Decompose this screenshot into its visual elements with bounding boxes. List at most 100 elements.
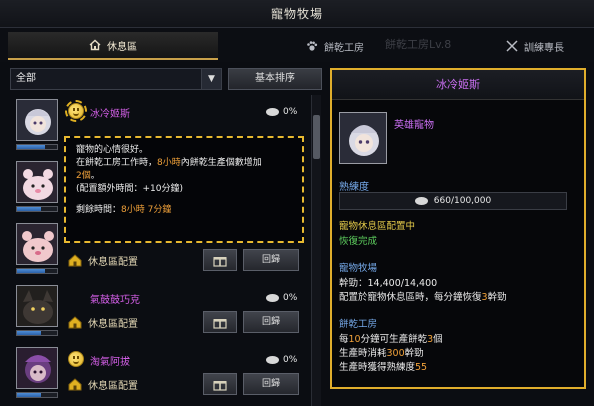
experience-bar <box>16 268 58 274</box>
detail-text: 生產時獲得熟練度 <box>339 362 416 373</box>
experience-bar <box>16 330 58 336</box>
ranch-label: 寵物牧場 <box>339 263 378 274</box>
workshop-line: 生產時獲得熟練度55 <box>339 361 427 375</box>
tooltip-line: 2個。 <box>76 170 292 183</box>
rest-area-label: 寵物休息區配置中 <box>339 221 416 232</box>
detail-number: 300 <box>386 348 405 359</box>
pet-row[interactable]: 淘氣阿拔 0% 休息區配置 回歸 <box>10 343 306 405</box>
detail-text: 幹勁 <box>404 348 424 359</box>
cookie-percent: 0% <box>266 293 297 303</box>
tab-bar: 餅乾工房Lv.8 休息區 餅乾工房 訓練專長 <box>0 28 594 62</box>
workshop-line: 生產時消耗300幹勁 <box>339 347 424 361</box>
pet-name: 氣鼓鼓巧克 <box>90 295 140 306</box>
happy-face-icon[interactable] <box>68 103 84 119</box>
cookie-percent: 0% <box>266 355 297 365</box>
pet-portrait-icon <box>340 113 386 163</box>
cookie-percent-value: 0% <box>283 107 298 117</box>
tab-cookie-workshop-label: 餅乾工房 <box>324 42 364 54</box>
pet-avatar <box>16 161 58 203</box>
rest-area-status: 休息區配置 <box>68 315 138 330</box>
list-scrollbar[interactable] <box>311 95 321 406</box>
experience-bar <box>16 144 58 150</box>
gift-button[interactable] <box>203 311 237 333</box>
sort-button[interactable]: 基本排序 <box>228 68 322 90</box>
pet-name: 冰冷姬斯 <box>90 109 130 120</box>
cookie-percent-value: 0% <box>283 355 298 365</box>
detail-text: 生產時消耗 <box>339 348 387 359</box>
mood-tooltip: 寵物的心情很好。 在餅乾工房工作時，8小時內餅乾生產個數增加 2個。 (配置額外… <box>64 136 304 243</box>
pet-portrait-icon <box>17 224 57 264</box>
remaining-time-value: 8小時 7分鐘 <box>121 205 172 215</box>
recall-button[interactable]: 回歸 <box>243 249 299 271</box>
detail-number: 55 <box>415 362 428 373</box>
tab-rest-area[interactable]: 休息區 <box>8 32 218 60</box>
gift-button[interactable] <box>203 249 237 271</box>
cookie-icon <box>266 108 279 116</box>
detail-text: 分鐘可生產餅乾 <box>360 334 428 345</box>
tooltip-line: (配置額外時間：+10分鐘) <box>76 184 184 194</box>
rest-area-status: 休息區配置 <box>68 377 138 392</box>
pet-portrait-icon <box>17 100 57 140</box>
house-icon <box>68 254 82 267</box>
tooltip-line: 寵物的心情很好。 <box>76 145 149 155</box>
cookie-icon <box>414 197 428 205</box>
tooltip-line: 在餅乾工房工作時，8小時內餅乾生產個數增加 <box>76 157 292 170</box>
tooltip-text: 在餅乾工房工作時， <box>76 158 158 168</box>
paw-icon <box>307 41 318 51</box>
pet-portrait-icon <box>17 286 57 326</box>
pet-avatar <box>16 223 58 265</box>
pet-detail-panel: 冰冷姬斯 英雄寵物 熟練度 660/100,000 寵物休息區配置中 恢復完成 … <box>330 68 586 389</box>
detail-avatar <box>339 112 387 164</box>
rest-area-status-label: 休息區配置 <box>88 319 138 330</box>
house-icon <box>68 316 82 329</box>
proficiency-label: 熟練度 <box>339 182 369 193</box>
pet-avatar <box>16 347 58 389</box>
cookie-percent-value: 0% <box>283 293 298 303</box>
rest-area-status: 休息區配置 <box>68 253 138 268</box>
tooltip-highlight: 2個 <box>76 171 91 181</box>
tab-training-label: 訓練專長 <box>524 42 564 54</box>
workshop-line: 每10分鐘可生產餅乾3個 <box>339 333 443 347</box>
detail-title: 冰冷姬斯 <box>332 70 584 100</box>
chevron-down-icon[interactable]: ▼ <box>201 69 221 89</box>
pet-portrait-icon <box>17 348 57 388</box>
crossed-swords-icon <box>506 40 518 52</box>
rest-recover-line: 配置於寵物休息區時，每分鐘恢復3幹勁 <box>339 291 507 305</box>
filter-select-value: 全部 <box>16 73 36 84</box>
window-title: 寵物牧場 <box>270 7 323 21</box>
scrollbar-thumb[interactable] <box>313 115 320 159</box>
remaining-time: 剩餘時間：8小時 7分鐘 <box>76 204 292 217</box>
pet-row[interactable]: 氣鼓鼓巧克 0% 休息區配置 回歸 <box>10 281 306 343</box>
tab-training[interactable]: 訓練專長 <box>480 32 590 60</box>
pet-avatar <box>16 285 58 327</box>
remaining-time-label: 剩餘時間： <box>76 205 122 215</box>
rest-area-status-label: 休息區配置 <box>88 381 138 392</box>
happy-face-icon[interactable] <box>68 351 84 367</box>
experience-bar <box>16 392 58 398</box>
cookie-icon <box>266 356 279 364</box>
gift-button[interactable] <box>203 373 237 395</box>
tooltip-highlight: 8小時 <box>157 158 181 168</box>
cookie-icon <box>266 294 279 302</box>
experience-bar <box>16 206 58 212</box>
recall-button[interactable]: 回歸 <box>243 311 299 333</box>
detail-text: 幹勁 <box>487 292 507 303</box>
recall-button[interactable]: 回歸 <box>243 373 299 395</box>
pet-avatar <box>16 99 58 141</box>
rest-status: 恢復完成 <box>339 236 378 247</box>
pet-grade: 英雄寵物 <box>394 120 434 131</box>
detail-text: 配置於寵物休息區時，每分鐘恢復 <box>339 292 482 303</box>
title-bar: 寵物牧場 <box>0 0 594 28</box>
gift-icon <box>213 318 227 329</box>
tooltip-text: 。 <box>90 171 100 181</box>
detail-text: 每 <box>339 334 349 345</box>
cookie-percent: 0% <box>266 107 297 117</box>
detail-text: 個 <box>433 334 443 345</box>
stamina-value: 幹勁：14,400/14,400 <box>339 278 438 289</box>
rest-area-status-label: 休息區配置 <box>88 257 138 268</box>
tab-cookie-workshop[interactable]: 餅乾工房 <box>270 32 400 60</box>
filter-select[interactable]: 全部 ▼ <box>10 68 222 90</box>
pet-name: 淘氣阿拔 <box>90 357 130 368</box>
detail-number: 10 <box>348 334 361 345</box>
tab-rest-area-label: 休息區 <box>107 41 137 53</box>
